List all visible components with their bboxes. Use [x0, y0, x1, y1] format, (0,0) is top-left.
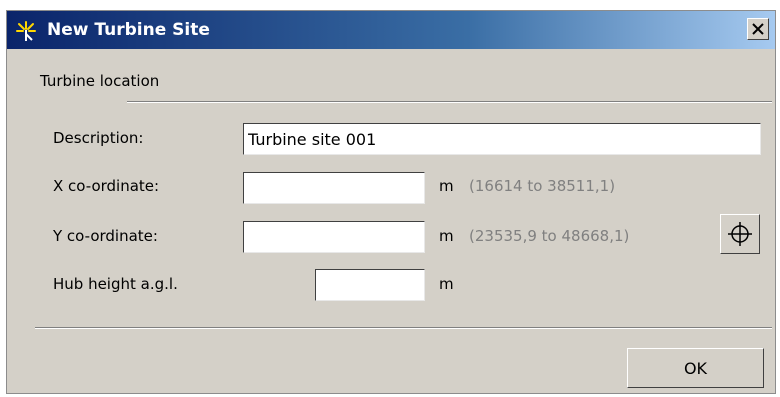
- x-range-hint: (16614 to 38511,1): [469, 177, 616, 195]
- y-unit: m: [439, 227, 454, 245]
- close-icon: [752, 23, 764, 35]
- footer-separator: [35, 327, 772, 329]
- x-unit: m: [439, 177, 454, 195]
- window-title: New Turbine Site: [47, 20, 210, 40]
- x-coordinate-label: X co-ordinate:: [53, 177, 160, 195]
- description-input[interactable]: [243, 123, 761, 155]
- turbine-spark-icon: [15, 20, 37, 42]
- hub-height-input[interactable]: [315, 269, 425, 301]
- hub-height-unit: m: [439, 275, 454, 293]
- hub-height-label: Hub height a.g.l.: [53, 275, 178, 293]
- x-coordinate-input[interactable]: [243, 172, 425, 204]
- section-title: Turbine location: [40, 72, 160, 90]
- title-bar[interactable]: New Turbine Site: [7, 11, 775, 49]
- ok-button[interactable]: OK: [627, 348, 764, 388]
- y-coordinate-input[interactable]: [243, 221, 425, 253]
- description-label: Description:: [53, 129, 144, 147]
- new-turbine-site-dialog: New Turbine Site Turbine location Descri…: [6, 10, 776, 394]
- pick-location-button[interactable]: [720, 214, 760, 254]
- crosshair-icon: [728, 222, 752, 246]
- section-separator: [127, 101, 772, 103]
- y-range-hint: (23535,9 to 48668,1): [469, 227, 630, 245]
- y-coordinate-label: Y co-ordinate:: [53, 227, 158, 245]
- close-button[interactable]: [747, 18, 769, 40]
